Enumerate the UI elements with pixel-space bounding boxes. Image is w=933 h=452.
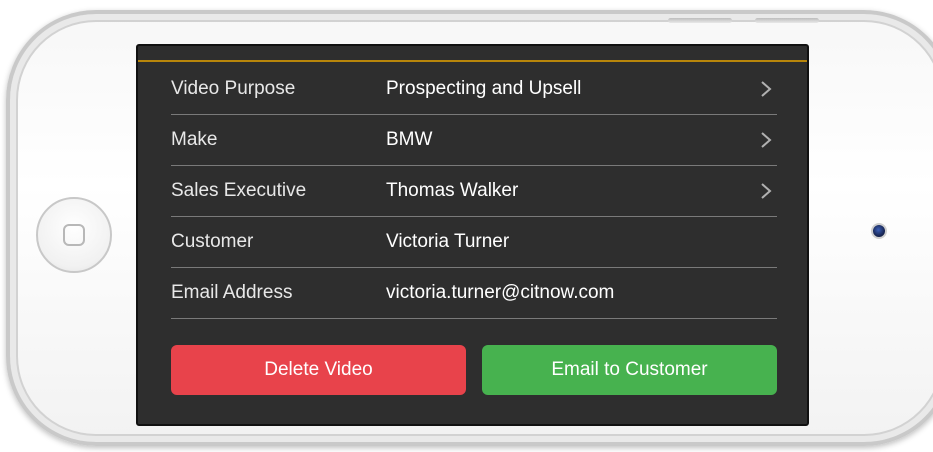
accent-divider [138,60,807,62]
app-screen: Video Purpose Prospecting and Upsell Mak… [136,44,809,426]
row-label: Customer [171,231,254,252]
volume-button [668,18,732,23]
row-video-purpose[interactable]: Video Purpose Prospecting and Upsell [171,64,777,115]
chevron-right-icon [761,132,772,148]
row-label: Make [171,129,218,150]
action-buttons: Delete Video Email to Customer [171,345,777,395]
row-value: BMW [386,129,433,150]
email-to-customer-button[interactable]: Email to Customer [482,345,777,395]
chevron-right-icon [761,183,772,199]
row-value: victoria.turner@citnow.com [386,282,615,303]
chevron-right-icon [761,81,772,97]
details-list: Video Purpose Prospecting and Upsell Mak… [171,64,777,319]
home-button[interactable] [36,197,112,273]
row-value: Victoria Turner [386,231,510,252]
row-label: Video Purpose [171,78,296,99]
power-button [755,18,819,23]
row-make[interactable]: Make BMW [171,115,777,166]
camera-icon [871,223,887,239]
row-value: Prospecting and Upsell [386,78,582,99]
row-sales-executive[interactable]: Sales Executive Thomas Walker [171,166,777,217]
row-label: Email Address [171,282,293,303]
row-value: Thomas Walker [386,180,519,201]
row-email-address[interactable]: Email Address victoria.turner@citnow.com [171,268,777,319]
row-label: Sales Executive [171,180,307,201]
delete-video-button[interactable]: Delete Video [171,345,466,395]
home-square-icon [63,224,85,246]
row-customer[interactable]: Customer Victoria Turner [171,217,777,268]
